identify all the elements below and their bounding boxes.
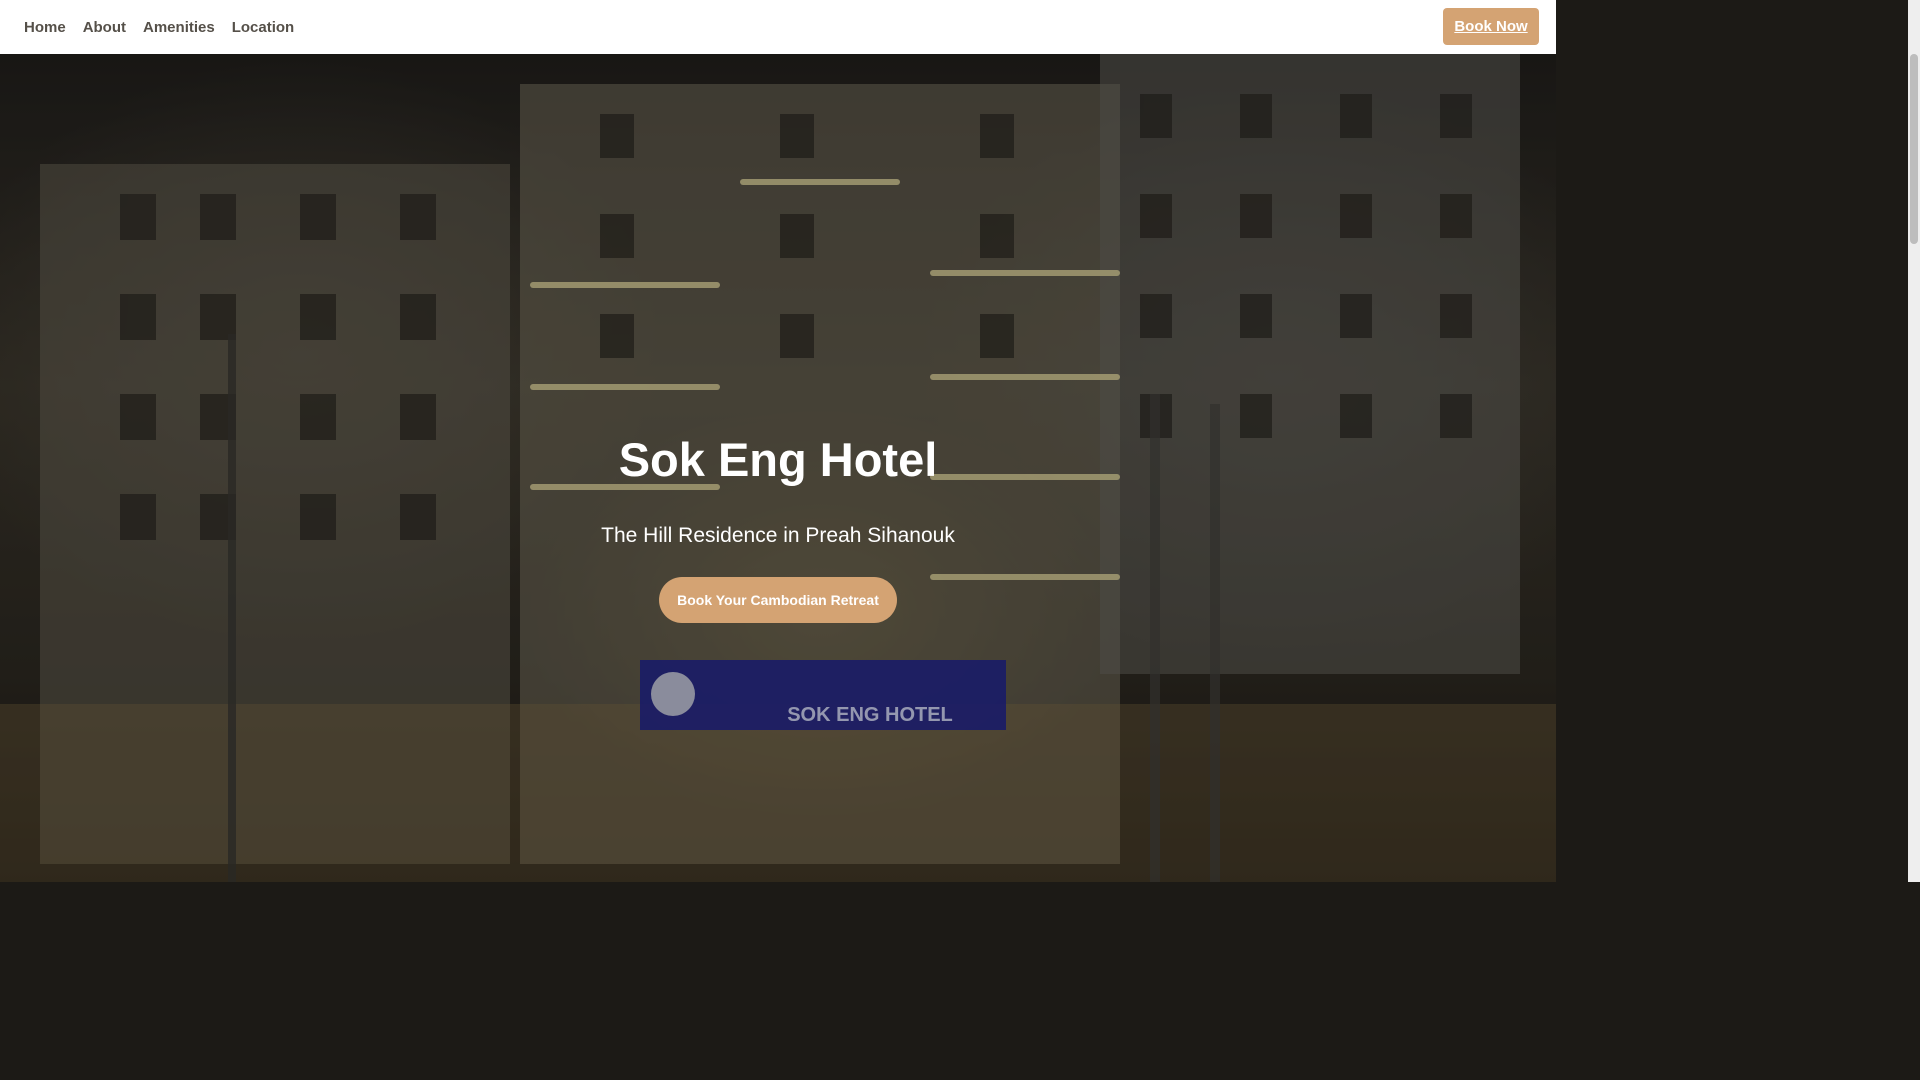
nav-links: Home About Amenities Location xyxy=(24,19,294,36)
nav-link-amenities[interactable]: Amenities xyxy=(143,19,215,36)
hero-subtitle: The Hill Residence in Preah Sihanouk xyxy=(601,524,955,547)
page-scrollbar[interactable] xyxy=(1908,0,1920,882)
top-navbar: Home About Amenities Location Book Now xyxy=(0,0,1556,54)
hero-section: SOK ENG HOTEL Sok Eng Hotel The Hill Res… xyxy=(0,54,1556,882)
nav-link-about[interactable]: About xyxy=(83,19,126,36)
hero-title: Sok Eng Hotel xyxy=(618,433,938,486)
nav-link-home[interactable]: Home xyxy=(24,19,66,36)
book-retreat-button[interactable]: Book Your Cambodian Retreat xyxy=(659,577,897,623)
nav-link-location[interactable]: Location xyxy=(232,19,295,36)
scrollbar-thumb[interactable] xyxy=(1910,54,1918,244)
book-now-button[interactable]: Book Now xyxy=(1443,8,1539,45)
